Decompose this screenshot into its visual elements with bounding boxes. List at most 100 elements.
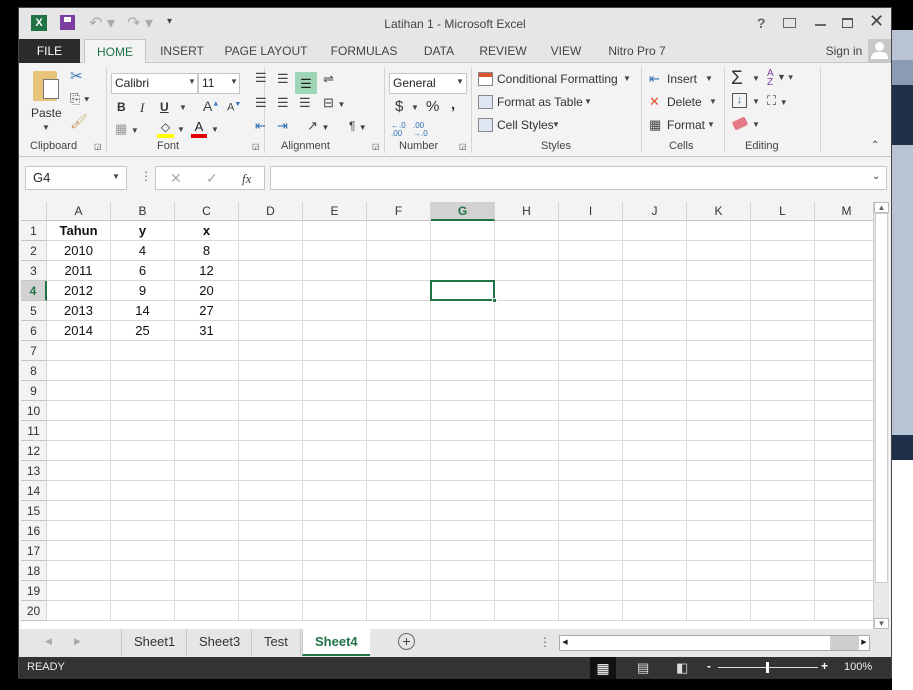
cell-I7[interactable] <box>559 341 623 361</box>
cell-H9[interactable] <box>495 381 559 401</box>
cell-H19[interactable] <box>495 581 559 601</box>
cell-E9[interactable] <box>303 381 367 401</box>
cell-E8[interactable] <box>303 361 367 381</box>
column-header-J[interactable]: J <box>623 202 687 221</box>
column-header-H[interactable]: H <box>495 202 559 221</box>
row-header-1[interactable]: 1 <box>21 221 47 241</box>
font-name-dropdown-icon[interactable]: ▼ <box>188 77 196 86</box>
zoom-out-button[interactable]: - <box>707 659 711 673</box>
tab-view[interactable]: VIEW <box>546 39 586 63</box>
cell-M16[interactable] <box>815 521 873 541</box>
cell-G6[interactable] <box>431 321 495 341</box>
column-header-F[interactable]: F <box>367 202 431 221</box>
column-header-G[interactable]: G <box>431 202 495 221</box>
cell-A20[interactable] <box>47 601 111 621</box>
zoom-in-button[interactable]: + <box>821 659 828 673</box>
align-middle-icon[interactable]: ☰ <box>277 71 289 87</box>
row-header-16[interactable]: 16 <box>21 521 47 541</box>
insert-dropdown-icon[interactable]: ▼ <box>705 74 713 83</box>
cell-J12[interactable] <box>623 441 687 461</box>
cell-G1[interactable] <box>431 221 495 241</box>
cell-D18[interactable] <box>239 561 303 581</box>
cell-G12[interactable] <box>431 441 495 461</box>
fill-handle[interactable] <box>492 298 497 303</box>
paste-icon[interactable] <box>33 71 59 101</box>
cell-M10[interactable] <box>815 401 873 421</box>
cell-K19[interactable] <box>687 581 751 601</box>
cell-J3[interactable] <box>623 261 687 281</box>
cell-B6[interactable]: 25 <box>111 321 175 341</box>
cell-I12[interactable] <box>559 441 623 461</box>
cell-J9[interactable] <box>623 381 687 401</box>
insert-cells-icon[interactable]: ⇤ <box>649 71 660 87</box>
cell-F9[interactable] <box>367 381 431 401</box>
delete-cells-icon[interactable]: ✕ <box>649 94 660 110</box>
cell-J17[interactable] <box>623 541 687 561</box>
cell-B17[interactable] <box>111 541 175 561</box>
cell-G16[interactable] <box>431 521 495 541</box>
cell-J11[interactable] <box>623 421 687 441</box>
cell-L1[interactable] <box>751 221 815 241</box>
ribbon-display-options-icon[interactable] <box>783 18 796 28</box>
column-header-C[interactable]: C <box>175 202 239 221</box>
cell-D13[interactable] <box>239 461 303 481</box>
cell-M1[interactable] <box>815 221 873 241</box>
cell-A15[interactable] <box>47 501 111 521</box>
cell-D4[interactable] <box>239 281 303 301</box>
vertical-scroll-thumb[interactable] <box>875 213 888 583</box>
cell-B3[interactable]: 6 <box>111 261 175 281</box>
cell-I2[interactable] <box>559 241 623 261</box>
row-header-6[interactable]: 6 <box>21 321 47 341</box>
cell-G18[interactable] <box>431 561 495 581</box>
cell-E20[interactable] <box>303 601 367 621</box>
underline-button[interactable]: U <box>160 100 169 114</box>
font-color-icon[interactable]: A <box>191 119 207 138</box>
cell-I10[interactable] <box>559 401 623 421</box>
cell-B1[interactable]: y <box>111 221 175 241</box>
cell-C11[interactable] <box>175 421 239 441</box>
cell-H20[interactable] <box>495 601 559 621</box>
cell-E5[interactable] <box>303 301 367 321</box>
cell-M7[interactable] <box>815 341 873 361</box>
sign-in-link[interactable]: Sign in <box>819 39 869 63</box>
cell-H6[interactable] <box>495 321 559 341</box>
cell-M2[interactable] <box>815 241 873 261</box>
column-header-M[interactable]: M <box>815 202 873 221</box>
cell-B13[interactable] <box>111 461 175 481</box>
cell-H10[interactable] <box>495 401 559 421</box>
cell-K16[interactable] <box>687 521 751 541</box>
cell-B7[interactable] <box>111 341 175 361</box>
page-layout-view-button[interactable]: ▤ <box>637 660 649 676</box>
cell-F1[interactable] <box>367 221 431 241</box>
cell-G9[interactable] <box>431 381 495 401</box>
cell-C2[interactable]: 8 <box>175 241 239 261</box>
cell-H2[interactable] <box>495 241 559 261</box>
cell-C3[interactable]: 12 <box>175 261 239 281</box>
tab-formulas[interactable]: FORMULAS <box>324 39 404 63</box>
cell-F11[interactable] <box>367 421 431 441</box>
tab-file[interactable]: FILE <box>19 39 80 63</box>
paste-button[interactable]: Paste <box>31 106 62 120</box>
cell-M15[interactable] <box>815 501 873 521</box>
autosum-dropdown-icon[interactable]: ▼ <box>752 74 760 83</box>
cell-I6[interactable] <box>559 321 623 341</box>
clipboard-launcher-icon[interactable]: ◲ <box>94 142 102 151</box>
cell-H14[interactable] <box>495 481 559 501</box>
row-header-15[interactable]: 15 <box>21 501 47 521</box>
cell-K9[interactable] <box>687 381 751 401</box>
tab-insert[interactable]: INSERT <box>152 39 212 63</box>
cell-B16[interactable] <box>111 521 175 541</box>
cell-J15[interactable] <box>623 501 687 521</box>
cell-M9[interactable] <box>815 381 873 401</box>
format-dropdown-icon[interactable]: ▼ <box>707 120 715 129</box>
cell-F17[interactable] <box>367 541 431 561</box>
cell-H7[interactable] <box>495 341 559 361</box>
cell-C12[interactable] <box>175 441 239 461</box>
cell-L15[interactable] <box>751 501 815 521</box>
collapse-ribbon-icon[interactable]: ⌃ <box>871 140 879 151</box>
cell-L19[interactable] <box>751 581 815 601</box>
row-header-13[interactable]: 13 <box>21 461 47 481</box>
italic-button[interactable]: I <box>140 100 144 116</box>
row-header-17[interactable]: 17 <box>21 541 47 561</box>
wrap-text-icon[interactable]: ⇌ <box>323 71 334 87</box>
